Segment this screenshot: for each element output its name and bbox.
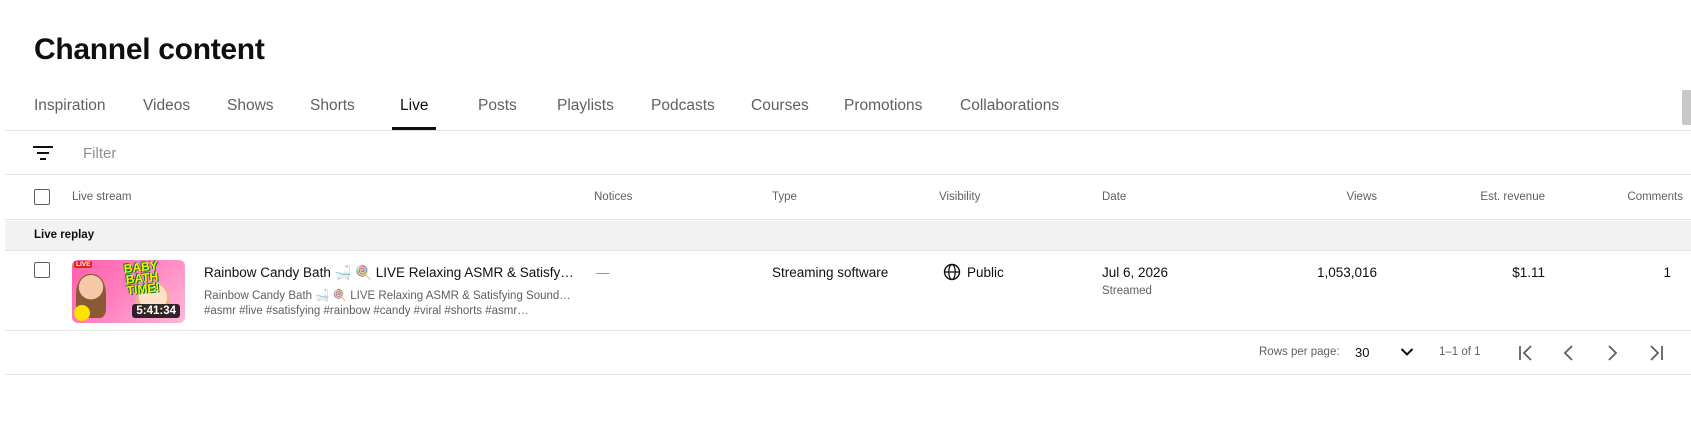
date-subtext: Streamed — [1102, 285, 1152, 297]
thumbnail-ball — [74, 305, 90, 321]
first-page-icon[interactable] — [1516, 342, 1538, 364]
visibility-value[interactable]: Public — [967, 265, 1004, 280]
video-thumbnail[interactable]: LIVE BABY BATH TIME! 5:41:34 — [72, 260, 185, 323]
rows-per-page-value: 30 — [1355, 345, 1370, 360]
views-value: 1,053,016 — [1316, 265, 1377, 280]
tab-courses[interactable]: Courses — [751, 86, 809, 130]
tab-promotions[interactable]: Promotions — [844, 86, 922, 130]
table-header: Live stream Notices Type Visibility Date… — [5, 175, 1691, 220]
est-revenue-value: $1.11 — [1512, 265, 1545, 280]
column-header-live-stream[interactable]: Live stream — [72, 191, 131, 203]
filter-bar — [5, 131, 1691, 175]
column-header-notices: Notices — [594, 191, 633, 203]
tab-playlists[interactable]: Playlists — [557, 86, 614, 130]
duration-badge: 5:41:34 — [132, 304, 180, 318]
previous-page-icon[interactable] — [1558, 342, 1580, 364]
filter-input[interactable] — [83, 141, 583, 165]
tab-collaborations[interactable]: Collaborations — [960, 86, 1059, 130]
chevron-down-icon — [1400, 348, 1414, 356]
tab-bar: Inspiration Videos Shows Shorts Live Pos… — [0, 86, 1691, 130]
tab-podcasts[interactable]: Podcasts — [651, 86, 715, 130]
group-header-live-replay: Live replay — [5, 221, 1691, 251]
notices-value: — — [596, 265, 610, 280]
video-description-line-2: #asmr #live #satisfying #rainbow #candy … — [204, 305, 529, 317]
page-title: Channel content — [34, 33, 265, 66]
column-header-date[interactable]: Date — [1102, 191, 1126, 203]
next-page-icon[interactable] — [1601, 342, 1623, 364]
type-value: Streaming software — [772, 265, 889, 280]
globe-icon[interactable] — [943, 263, 961, 281]
tab-shows[interactable]: Shows — [227, 86, 274, 130]
pagination-bar: Rows per page: 30 1–1 of 1 — [5, 331, 1691, 375]
column-header-type: Type — [772, 191, 797, 203]
row-checkbox[interactable] — [34, 262, 50, 278]
filter-icon[interactable] — [32, 144, 54, 162]
column-header-views[interactable]: Views — [1347, 191, 1377, 203]
group-label: Live replay — [34, 229, 95, 241]
rows-per-page-label: Rows per page: — [1259, 346, 1340, 358]
tab-live[interactable]: Live — [392, 86, 437, 130]
tab-scrollbar[interactable] — [1682, 90, 1691, 125]
last-page-icon[interactable] — [1644, 342, 1666, 364]
select-all-checkbox[interactable] — [34, 189, 50, 205]
table-row[interactable]: LIVE BABY BATH TIME! 5:41:34 Rainbow Can… — [5, 251, 1691, 331]
video-title[interactable]: Rainbow Candy Bath 🛁 🍭 LIVE Relaxing ASM… — [204, 265, 574, 281]
date-value: Jul 6, 2026 — [1102, 265, 1169, 280]
tab-inspiration[interactable]: Inspiration — [34, 86, 106, 130]
tab-posts[interactable]: Posts — [478, 86, 517, 130]
live-badge: LIVE — [74, 261, 93, 268]
column-header-est-revenue[interactable]: Est. revenue — [1480, 191, 1545, 203]
rows-per-page-select[interactable]: 30 — [1350, 339, 1440, 367]
tab-videos[interactable]: Videos — [143, 86, 190, 130]
pagination-range: 1–1 of 1 — [1439, 346, 1481, 358]
comments-value[interactable]: 1 — [1663, 265, 1671, 280]
column-header-visibility: Visibility — [939, 191, 981, 203]
column-header-comments[interactable]: Comments — [1627, 191, 1683, 203]
video-description-line-1: Rainbow Candy Bath 🛁 🍭 LIVE Relaxing ASM… — [204, 290, 574, 302]
tab-shorts[interactable]: Shorts — [310, 86, 355, 130]
